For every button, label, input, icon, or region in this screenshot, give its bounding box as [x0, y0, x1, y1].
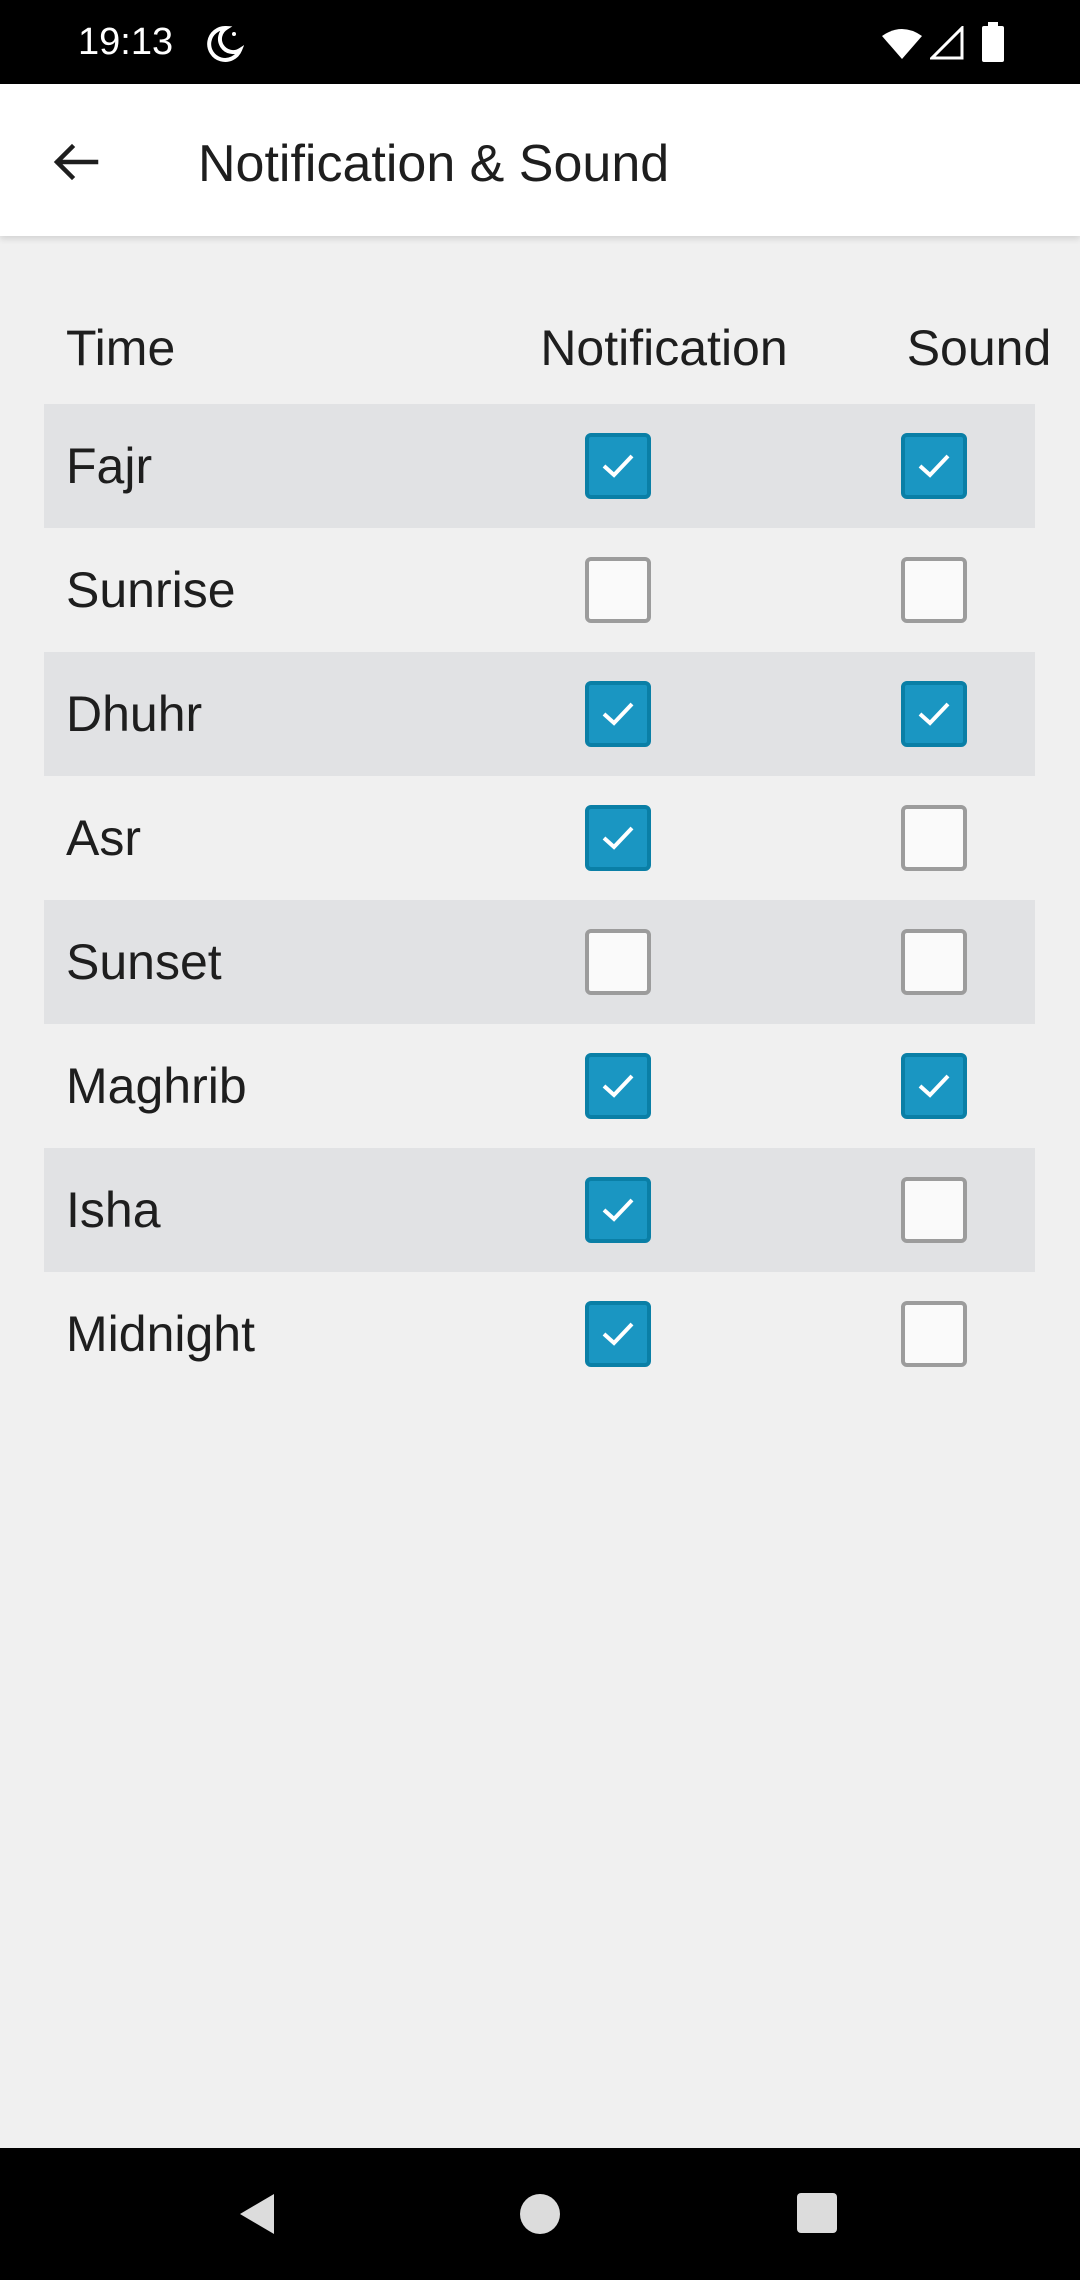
notification-checkbox-isha[interactable] — [585, 1177, 651, 1243]
back-triangle-icon[interactable] — [234, 2190, 282, 2238]
app-bar: Notification & Sound — [0, 84, 1080, 236]
sound-checkbox-isha[interactable] — [901, 1177, 967, 1243]
status-bar: 19:13 — [0, 0, 1080, 84]
moon-icon — [207, 25, 244, 62]
sound-checkbox-sunset[interactable] — [901, 929, 967, 995]
recents-square-icon[interactable] — [796, 2192, 838, 2234]
check-icon — [602, 1198, 634, 1222]
check-icon — [918, 454, 950, 478]
check-icon — [602, 1074, 634, 1098]
row-label: Sunset — [66, 934, 222, 990]
table-header: Time Notification Sound — [44, 308, 1051, 388]
check-icon — [918, 1074, 950, 1098]
check-icon — [602, 454, 634, 478]
notification-checkbox-sunset[interactable] — [585, 929, 651, 995]
row-label: Asr — [66, 810, 141, 866]
arrow-left-icon — [53, 143, 99, 181]
navigation-bar — [0, 2148, 1080, 2280]
table-row-dhuhr: Dhuhr — [44, 652, 1035, 776]
check-icon — [918, 702, 950, 726]
notification-checkbox-fajr[interactable] — [585, 433, 651, 499]
sound-checkbox-asr[interactable] — [901, 805, 967, 871]
check-icon — [602, 1322, 634, 1346]
row-label: Midnight — [66, 1306, 255, 1362]
settings-content: Time Notification Sound Fajr Sunrise Dhu… — [0, 236, 1080, 2148]
row-label: Fajr — [66, 438, 153, 494]
table-row-fajr: Fajr — [44, 404, 1035, 528]
header-sound: Sound — [906, 320, 1052, 376]
back-button[interactable] — [40, 126, 112, 198]
notification-checkbox-maghrib[interactable] — [585, 1053, 651, 1119]
check-icon — [602, 826, 634, 850]
home-circle-icon[interactable] — [518, 2192, 562, 2236]
sound-checkbox-maghrib[interactable] — [901, 1053, 967, 1119]
sound-checkbox-fajr[interactable] — [901, 433, 967, 499]
notification-checkbox-midnight[interactable] — [585, 1301, 651, 1367]
row-label: Sunrise — [66, 562, 236, 618]
table-row-sunrise: Sunrise — [44, 528, 1035, 652]
sound-checkbox-sunrise[interactable] — [901, 557, 967, 623]
battery-icon — [982, 22, 1004, 62]
header-notification: Notification — [540, 320, 788, 376]
table-row-midnight: Midnight — [44, 1272, 1035, 1396]
signal-icon — [930, 26, 964, 60]
sound-checkbox-dhuhr[interactable] — [901, 681, 967, 747]
table-row-maghrib: Maghrib — [44, 1024, 1035, 1148]
notification-checkbox-asr[interactable] — [585, 805, 651, 871]
row-label: Isha — [66, 1182, 161, 1238]
notification-checkbox-sunrise[interactable] — [585, 557, 651, 623]
page-title: Notification & Sound — [198, 135, 670, 193]
row-label: Maghrib — [66, 1058, 247, 1114]
table-row-sunset: Sunset — [44, 900, 1035, 1024]
notification-checkbox-dhuhr[interactable] — [585, 681, 651, 747]
wifi-icon — [882, 29, 922, 59]
table-row-isha: Isha — [44, 1148, 1035, 1272]
status-time: 19:13 — [78, 21, 174, 63]
row-label: Dhuhr — [66, 686, 203, 742]
prayer-table: Fajr Sunrise Dhuhr Asr Sunset Maghrib Is… — [44, 404, 1035, 1396]
table-row-asr: Asr — [44, 776, 1035, 900]
header-time: Time — [66, 320, 176, 376]
sound-checkbox-midnight[interactable] — [901, 1301, 967, 1367]
check-icon — [602, 702, 634, 726]
